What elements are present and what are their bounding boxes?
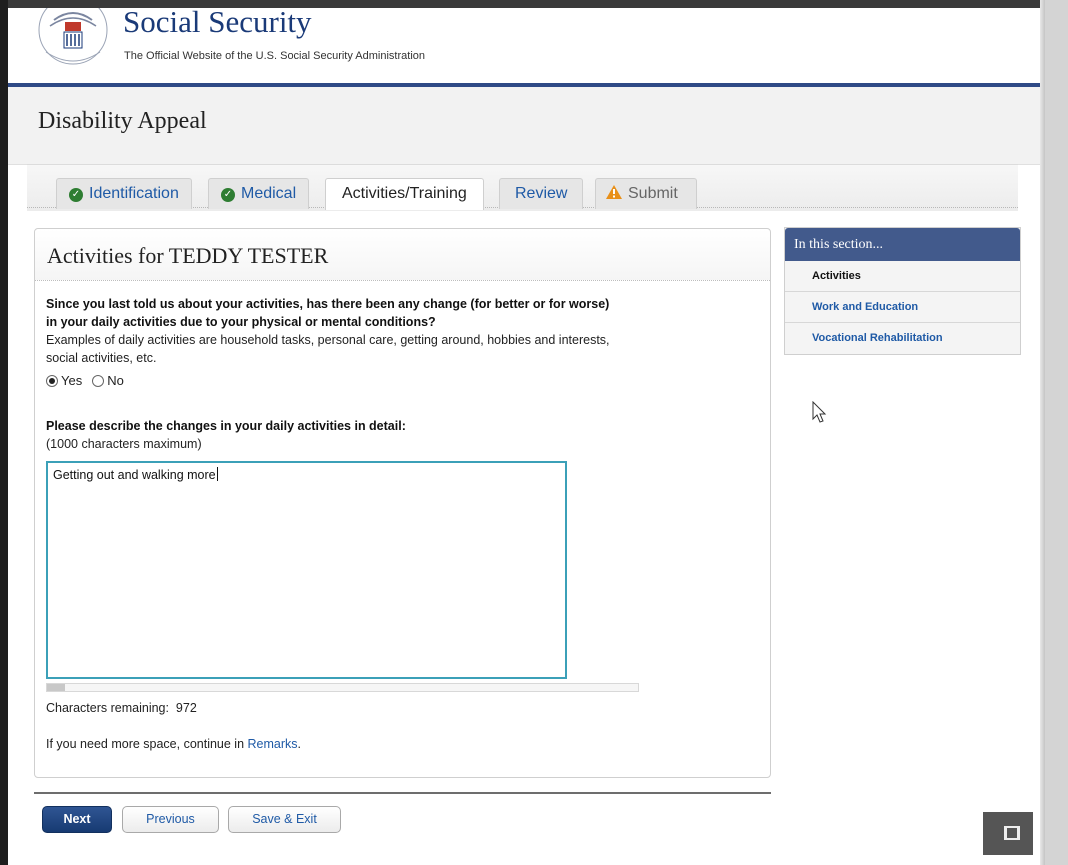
- window-top-frame: [0, 0, 1068, 8]
- tab-label: Activities/Training: [342, 185, 467, 202]
- question-line-1: Since you last told us about your activi…: [46, 297, 610, 311]
- ssa-seal-icon: [38, 8, 108, 65]
- examples-line-1: Examples of daily activities are househo…: [46, 333, 610, 347]
- tab-submit[interactable]: Submit: [595, 178, 697, 209]
- textarea-value: Getting out and walking more: [53, 468, 216, 482]
- tab-label: Medical: [241, 185, 297, 202]
- check-circle-icon: ✓: [221, 188, 235, 202]
- change-radio-group: Yes No: [46, 373, 134, 388]
- daily-activities-textarea[interactable]: Getting out and walking more: [46, 461, 567, 679]
- tab-medical[interactable]: ✓ Medical: [208, 178, 310, 209]
- yes-radio-label[interactable]: Yes: [61, 373, 82, 388]
- scrollbar-thumb[interactable]: [47, 684, 65, 691]
- window-left-frame: [0, 0, 8, 865]
- activities-panel: Activities for TEDDY TESTER Since you la…: [34, 228, 771, 778]
- question-line-2: in your daily activities due to your phy…: [46, 315, 436, 329]
- window-right-frame: [1045, 0, 1068, 865]
- text-caret: [216, 467, 218, 481]
- horizontal-scrollbar[interactable]: [46, 683, 639, 692]
- site-subtitle: The Official Website of the U.S. Social …: [124, 50, 426, 62]
- tab-label: Review: [515, 185, 568, 202]
- describe-label: Please describe the changes in your dail…: [46, 419, 406, 433]
- save-exit-button[interactable]: Save & Exit: [228, 806, 341, 833]
- section-nav-item-work-education[interactable]: Work and Education: [785, 292, 1020, 323]
- more-space-note: If you need more space, continue in Rema…: [46, 737, 301, 751]
- mouse-cursor-icon: [812, 401, 827, 423]
- site-title[interactable]: Social Security: [123, 8, 312, 40]
- no-radio-label[interactable]: No: [107, 373, 124, 388]
- remarks-punct: .: [297, 737, 302, 751]
- examples-line-2: social activities, etc.: [46, 351, 157, 365]
- panel-title: Activities for TEDDY TESTER: [47, 243, 329, 268]
- tab-activities-training[interactable]: Activities/Training: [325, 178, 484, 210]
- check-circle-icon: ✓: [69, 188, 83, 202]
- tab-review[interactable]: Review: [499, 178, 584, 209]
- section-nav-item-activities[interactable]: Activities: [785, 261, 1020, 292]
- warning-triangle-icon: [606, 185, 622, 199]
- section-nav-item-vocational-rehabilitation[interactable]: Vocational Rehabilitation: [785, 323, 1020, 354]
- tab-identification[interactable]: ✓ Identification: [56, 178, 192, 209]
- app-title: Disability Appeal: [38, 108, 207, 134]
- characters-remaining: Characters remaining: 972: [46, 701, 197, 715]
- remaining-count: 972: [175, 701, 197, 715]
- site-header: Social Security The Official Website of …: [8, 8, 1040, 87]
- actions-divider: [34, 792, 771, 794]
- section-nav: In this section... Activities Work and E…: [784, 227, 1021, 355]
- more-space-text: If you need more space, continue in: [46, 737, 245, 751]
- tab-label: Identification: [89, 185, 179, 202]
- remaining-label: Characters remaining:: [46, 701, 169, 715]
- yes-radio[interactable]: [46, 374, 58, 387]
- panel-header: Activities for TEDDY TESTER: [35, 229, 770, 281]
- previous-button[interactable]: Previous: [122, 806, 219, 833]
- max-characters-hint: (1000 characters maximum): [46, 437, 202, 451]
- no-radio[interactable]: [92, 374, 105, 387]
- next-button[interactable]: Next: [42, 806, 112, 833]
- tab-label: Submit: [628, 185, 678, 202]
- section-nav-heading: In this section...: [785, 228, 1020, 261]
- remarks-link[interactable]: Remarks: [248, 737, 298, 751]
- app-title-band: Disability Appeal: [8, 87, 1040, 165]
- fullscreen-icon: [1004, 826, 1020, 840]
